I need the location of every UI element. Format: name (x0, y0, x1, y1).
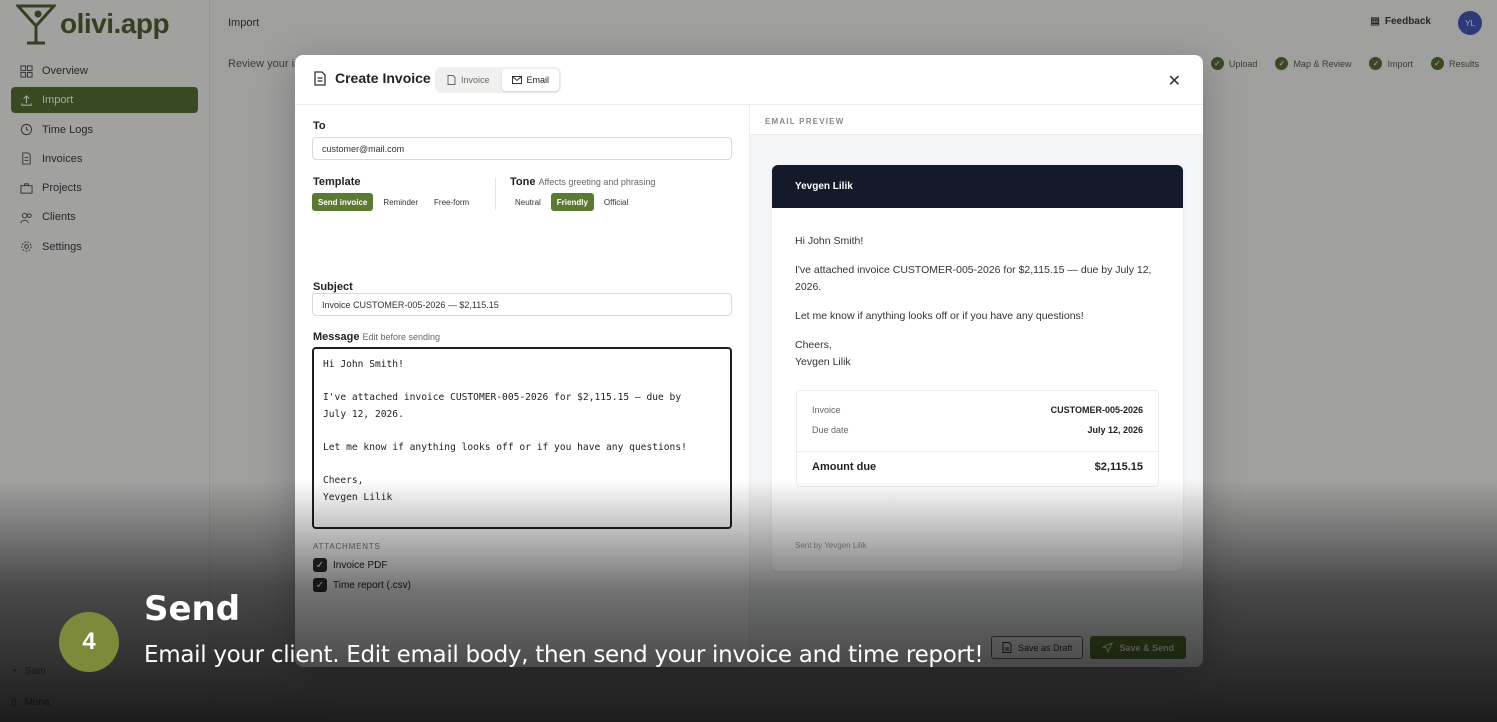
email-signoff: Cheers, (795, 339, 832, 351)
caption-text: Email your client. Edit email body, then… (144, 642, 984, 668)
email-form: To customer@mail.com Template Send invoi… (295, 105, 749, 667)
email-preview-heading: EMAIL PREVIEW (765, 117, 845, 126)
email-body: Hi John Smith! I've attached invoice CUS… (795, 233, 1159, 371)
tone-friendly[interactable]: Friendly (550, 193, 594, 211)
save-as-draft-button[interactable]: Save as Draft (990, 636, 1084, 659)
email-greeting: Hi John Smith! (795, 235, 864, 247)
message-line: I've attached invoice CUSTOMER-005-2026 … (323, 392, 682, 404)
mail-icon (511, 76, 522, 84)
message-hint: Edit before sending (362, 332, 441, 342)
close-icon[interactable]: ✕ (1168, 71, 1181, 91)
tone-options: Neutral Friendly Official (509, 193, 634, 211)
view-toggle: Invoice Email (435, 67, 562, 93)
tone-label: Tone Affects greeting and phrasing (510, 176, 656, 188)
template-reminder[interactable]: Reminder (377, 193, 424, 211)
email-paragraph: Let me know if anything looks off or if … (795, 310, 1084, 322)
modal-header: Create Invoice Invoice Email ✕ (295, 55, 1203, 105)
checkbox-checked-icon[interactable]: ✓ (313, 558, 327, 572)
modal-footer-actions: Save as Draft Save & Send (990, 636, 1186, 659)
message-line: July 12, 2026. (323, 408, 404, 420)
invoice-summary-box: Invoice CUSTOMER-005-2026 Due date July 12… (796, 390, 1159, 487)
message-line: Yevgen Lilik (323, 491, 393, 503)
tone-neutral[interactable]: Neutral (509, 193, 547, 211)
message-line: Cheers, (323, 475, 364, 487)
template-send-invoice[interactable]: Send invoice (312, 193, 374, 211)
step-number-badge: 4 (59, 612, 119, 672)
divider (797, 451, 1158, 452)
template-options: Send invoice Reminder Free-form (312, 193, 475, 211)
tab-invoice[interactable]: Invoice (437, 69, 500, 91)
create-invoice-modal: Create Invoice Invoice Email ✕ To custom… (295, 55, 1203, 667)
attachments-heading: ATTACHMENTS (313, 542, 381, 551)
due-date-row: Due date July 12, 2026 (812, 425, 1143, 435)
checkbox-checked-icon[interactable]: ✓ (313, 578, 327, 592)
tone-hint: Affects greeting and phrasing (538, 177, 656, 187)
template-label: Template (313, 176, 361, 188)
message-line (323, 457, 721, 474)
amount-due-row: Amount due $2,115.15 (812, 461, 1143, 473)
message-line: Let me know if anything looks off or if … (323, 441, 687, 453)
send-icon (1102, 642, 1114, 653)
tab-email[interactable]: Email (501, 69, 560, 91)
email-sender-header: Yevgen Lilik (772, 165, 1183, 208)
to-field[interactable]: customer@mail.com (312, 137, 732, 160)
message-line (323, 374, 721, 391)
sent-by-footer: Sent by Yevgen Lilik (795, 541, 867, 550)
tone-official[interactable]: Official (598, 193, 634, 211)
invoice-number-row: Invoice CUSTOMER-005-2026 (812, 405, 1143, 415)
attachment-invoice-pdf[interactable]: ✓ Invoice PDF (313, 558, 387, 572)
divider (495, 178, 496, 210)
caption-title: Send (144, 589, 241, 629)
subject-label: Subject (313, 281, 353, 293)
save-and-send-button[interactable]: Save & Send (1090, 636, 1186, 659)
message-textarea[interactable]: Hi John Smith! I've attached invoice CUS… (312, 347, 732, 529)
template-free-form[interactable]: Free-form (428, 193, 475, 211)
message-line (323, 423, 721, 440)
email-preview-panel: EMAIL PREVIEW Yevgen Lilik Hi John Smith… (749, 105, 1203, 667)
to-label: To (313, 120, 326, 132)
file-icon (447, 75, 456, 85)
modal-title: Create Invoice (313, 70, 431, 86)
document-icon (314, 70, 326, 86)
email-paragraph: I've attached invoice CUSTOMER-005-2026 … (795, 264, 1152, 293)
attachment-time-report[interactable]: ✓ Time report (.csv) (313, 578, 411, 592)
subject-field[interactable]: Invoice CUSTOMER-005-2026 — $2,115.15 (312, 293, 732, 316)
file-icon (1002, 642, 1012, 653)
email-preview-card: Yevgen Lilik Hi John Smith! I've attache… (772, 165, 1183, 571)
message-line: Hi John Smith! (323, 359, 404, 370)
message-label: Message Edit before sending (313, 331, 441, 343)
email-signature: Yevgen Lilik (795, 356, 851, 368)
